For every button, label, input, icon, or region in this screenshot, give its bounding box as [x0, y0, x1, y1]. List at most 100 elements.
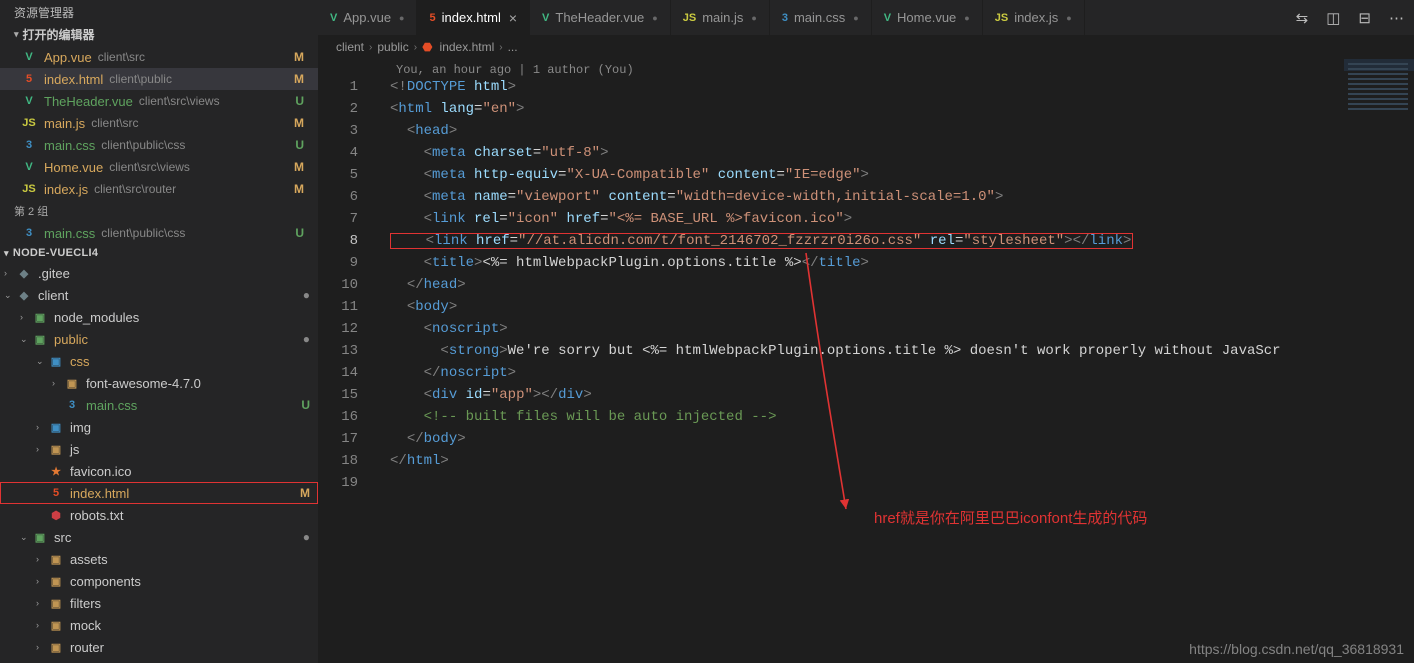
- project-section[interactable]: NODE-VUECLI4: [0, 244, 318, 262]
- code-line[interactable]: 1<!DOCTYPE html>: [318, 79, 1414, 101]
- file-type-icon: ▣: [48, 641, 64, 654]
- chevron-icon: ›: [36, 598, 46, 608]
- file-type-icon: V: [20, 95, 38, 107]
- chevron-icon: ›: [36, 642, 46, 652]
- file-type-icon: JS: [20, 183, 38, 195]
- line-number: 12: [318, 321, 376, 337]
- tree-item[interactable]: ›▣filters: [0, 592, 318, 614]
- code-line[interactable]: 6 <meta name="viewport" content="width=d…: [318, 189, 1414, 211]
- file-name: main.css: [86, 398, 137, 413]
- line-content: <html lang="en">: [382, 101, 524, 117]
- code-line[interactable]: 19: [318, 475, 1414, 497]
- file-type-icon: ▣: [48, 575, 64, 588]
- tree-item[interactable]: 3main.cssU: [0, 394, 318, 416]
- tree-item[interactable]: ⌄◆client●: [0, 284, 318, 306]
- editor-tab[interactable]: 5index.html×: [417, 0, 530, 35]
- breadcrumbs[interactable]: client › public › ⬣ index.html › ...: [318, 35, 1414, 59]
- editor-tab[interactable]: VTheHeader.vue●: [530, 0, 671, 35]
- open-editor-item[interactable]: VHome.vueclient\src\viewsM: [0, 156, 318, 178]
- code-line[interactable]: 15 <div id="app"></div>: [318, 387, 1414, 409]
- file-name: main.js: [44, 116, 85, 131]
- line-number: 13: [318, 343, 376, 359]
- tree-item[interactable]: ›▣router: [0, 636, 318, 658]
- line-content: <strong>We're sorry but <%= htmlWebpackP…: [382, 343, 1281, 359]
- open-editor-item[interactable]: VTheHeader.vueclient\src\viewsU: [0, 90, 318, 112]
- code-line[interactable]: 7 <link rel="icon" href="<%= BASE_URL %>…: [318, 211, 1414, 233]
- file-path: client\public: [109, 72, 172, 86]
- editor-tab[interactable]: JSmain.js●: [671, 0, 770, 35]
- breadcrumb-tail[interactable]: ...: [508, 40, 518, 54]
- tab-title: TheHeader.vue: [555, 10, 644, 25]
- line-number: 3: [318, 123, 376, 139]
- code-area[interactable]: You, an hour ago | 1 author (You) 1<!DOC…: [318, 59, 1414, 663]
- editor-tab[interactable]: JSindex.js●: [983, 0, 1085, 35]
- editor-tab[interactable]: 3main.css●: [770, 0, 872, 35]
- app-root: 资源管理器 打开的编辑器 VApp.vueclient\srcM5index.h…: [0, 0, 1414, 663]
- file-path: client\src: [98, 50, 145, 64]
- git-status: M: [294, 72, 304, 86]
- minimap[interactable]: [1344, 59, 1414, 127]
- code-line[interactable]: 9 <title><%= htmlWebpackPlugin.options.t…: [318, 255, 1414, 277]
- open-editor-item[interactable]: 3main.cssclient\public\cssU: [0, 134, 318, 156]
- open-editors-section[interactable]: 打开的编辑器: [0, 23, 318, 46]
- code-line[interactable]: 18</html>: [318, 453, 1414, 475]
- code-line[interactable]: 4 <meta charset="utf-8">: [318, 145, 1414, 167]
- code-line[interactable]: 3 <head>: [318, 123, 1414, 145]
- breadcrumb-part[interactable]: index.html: [440, 40, 495, 54]
- split-horizontal-icon[interactable]: ⊟: [1358, 9, 1371, 27]
- open-editor-item[interactable]: JSmain.jsclient\srcM: [0, 112, 318, 134]
- tree-item[interactable]: 5index.htmlM: [0, 482, 318, 504]
- breadcrumb-part[interactable]: client: [336, 40, 364, 54]
- line-content: <div id="app"></div>: [382, 387, 592, 403]
- tree-item[interactable]: ›▣assets: [0, 548, 318, 570]
- tree-item[interactable]: ★favicon.ico: [0, 460, 318, 482]
- annotation-text: href就是你在阿里巴巴iconfont生成的代码: [874, 507, 1147, 528]
- open-editor-item[interactable]: 3main.cssclient\public\cssU: [0, 222, 318, 244]
- tree-item[interactable]: ›▣font-awesome-4.7.0: [0, 372, 318, 394]
- line-number: 4: [318, 145, 376, 161]
- open-editor-item[interactable]: 5index.htmlclient\publicM: [0, 68, 318, 90]
- code-line[interactable]: 17 </body>: [318, 431, 1414, 453]
- tree-item[interactable]: ⌄▣src●: [0, 526, 318, 548]
- compare-icon[interactable]: ⇆: [1296, 9, 1309, 27]
- git-status: U: [295, 226, 304, 240]
- code-line[interactable]: 10 </head>: [318, 277, 1414, 299]
- code-line[interactable]: 13 <strong>We're sorry but <%= htmlWebpa…: [318, 343, 1414, 365]
- dirty-indicator-icon: ●: [399, 13, 404, 23]
- chevron-icon: ⌄: [36, 356, 46, 367]
- close-icon[interactable]: ×: [509, 10, 517, 26]
- more-icon[interactable]: ⋯: [1389, 9, 1404, 27]
- code-line[interactable]: 2<html lang="en">: [318, 101, 1414, 123]
- code-line[interactable]: 11 <body>: [318, 299, 1414, 321]
- tree-item[interactable]: ⌄▣public●: [0, 328, 318, 350]
- editor-tab[interactable]: VHome.vue●: [872, 0, 983, 35]
- line-number: 10: [318, 277, 376, 293]
- tree-item[interactable]: ›▣img: [0, 416, 318, 438]
- code-line[interactable]: 12 <noscript>: [318, 321, 1414, 343]
- tree-item[interactable]: ⌄▣css: [0, 350, 318, 372]
- tree-item[interactable]: ›◆.gitee: [0, 262, 318, 284]
- chevron-icon: ⌄: [4, 290, 14, 301]
- tree-item[interactable]: ›▣node_modules: [0, 306, 318, 328]
- open-editor-item[interactable]: JSindex.jsclient\src\routerM: [0, 178, 318, 200]
- open-editor-item[interactable]: VApp.vueclient\srcM: [0, 46, 318, 68]
- split-editor-icon[interactable]: ◫: [1326, 9, 1340, 27]
- dirty-indicator-icon: ●: [853, 13, 858, 23]
- tree-item[interactable]: ›▣mock: [0, 614, 318, 636]
- line-number: 9: [318, 255, 376, 271]
- file-type-icon: ▣: [64, 377, 80, 390]
- code-line[interactable]: 16 <!-- built files will be auto injecte…: [318, 409, 1414, 431]
- line-content: <!DOCTYPE html>: [382, 79, 516, 95]
- tree-item[interactable]: ›▣components: [0, 570, 318, 592]
- editor-tab[interactable]: VApp.vue●: [318, 0, 417, 35]
- code-line[interactable]: 8 <link href="//at.alicdn.com/t/font_214…: [318, 233, 1414, 255]
- line-number: 18: [318, 453, 376, 469]
- code-line[interactable]: 5 <meta http-equiv="X-UA-Compatible" con…: [318, 167, 1414, 189]
- tab-title: main.css: [794, 10, 845, 25]
- file-name: robots.txt: [70, 508, 123, 523]
- file-type-icon: ▣: [48, 553, 64, 566]
- tree-item[interactable]: ›▣js: [0, 438, 318, 460]
- tree-item[interactable]: ⬢robots.txt: [0, 504, 318, 526]
- breadcrumb-part[interactable]: public: [377, 40, 408, 54]
- code-line[interactable]: 14 </noscript>: [318, 365, 1414, 387]
